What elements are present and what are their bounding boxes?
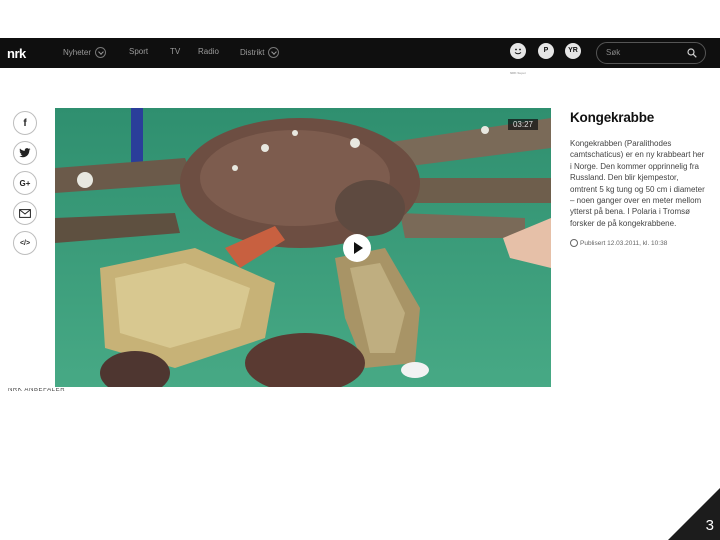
video-player[interactable]: 03:27 [55, 108, 551, 387]
embed-icon[interactable]: </> [13, 231, 37, 255]
twitter-bird-glyph [19, 148, 31, 158]
nav-item-sport[interactable]: Sport [129, 47, 148, 56]
crab-video-frame [55, 108, 551, 387]
twitter-icon[interactable] [13, 141, 37, 165]
yr-icon[interactable]: YR [565, 43, 581, 59]
nav-item-radio[interactable]: Radio [198, 47, 219, 56]
share-buttons: f G+ </> [13, 111, 39, 261]
nrk-logo[interactable]: nrk [7, 46, 26, 61]
search-placeholder: Søk [606, 48, 621, 57]
video-duration: 03:27 [507, 119, 538, 130]
nrk-super-icon[interactable]: NRK Super [510, 43, 526, 75]
nav-item-label: Nyheter [63, 48, 92, 57]
published-line: Publisert 12.03.2011, kl. 10:38 [570, 239, 705, 248]
search-icon[interactable] [687, 48, 697, 58]
nav-item-label: Distrikt [240, 48, 265, 57]
search-field[interactable]: Søk [596, 42, 706, 64]
article-title: Kongekrabbe [570, 110, 655, 125]
nav-item-label: TV [170, 47, 181, 56]
nrk-super-label: NRK Super [510, 71, 526, 75]
envelope-glyph [19, 208, 31, 218]
top-navigation-bar: nrk Nyheter Sport TV Radio Distrikt NRK … [0, 38, 720, 75]
article-body: Kongekrabben (Paralithodes camtschaticus… [570, 139, 705, 228]
nav-item-label: Radio [198, 47, 219, 56]
nav-item-nyheter[interactable]: Nyheter [63, 47, 107, 58]
chevron-down-icon [95, 47, 107, 58]
article-side-panel: Kongekrabbe Kongekrabben (Paralithodes c… [570, 110, 705, 248]
play-button-icon[interactable] [343, 234, 371, 262]
clock-icon [570, 239, 578, 248]
smiley-glyph [514, 48, 522, 55]
recommendations-heading: NRK ANBEFALER [8, 388, 66, 393]
nav-item-label: Sport [129, 47, 149, 56]
published-text: Publisert 12.03.2011, kl. 10:38 [580, 239, 668, 247]
google-plus-icon[interactable]: G+ [13, 171, 37, 195]
nav-item-tv[interactable]: TV [170, 47, 180, 56]
email-icon[interactable] [13, 201, 37, 225]
facebook-icon[interactable]: f [13, 111, 37, 135]
p3-icon[interactable]: P [538, 43, 554, 59]
chevron-down-icon [268, 47, 280, 58]
nav-item-distrikt[interactable]: Distrikt [240, 47, 280, 58]
slide-number: 3 [705, 517, 714, 534]
